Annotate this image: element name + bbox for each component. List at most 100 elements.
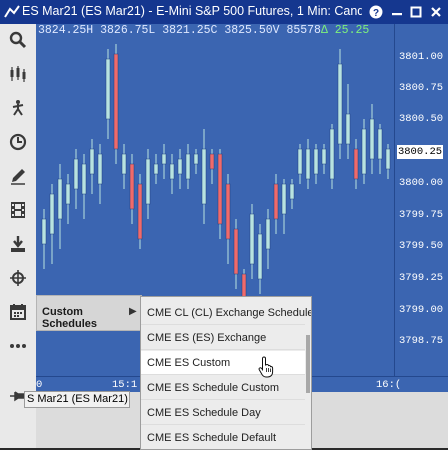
price-tick: 3798.75 bbox=[399, 335, 444, 347]
price-tick: 3801.00 bbox=[399, 51, 444, 63]
candle-body bbox=[265, 218, 271, 250]
draw-line-tool[interactable] bbox=[8, 166, 28, 186]
crosshair-tool[interactable] bbox=[8, 268, 28, 288]
price-tick: 3799.50 bbox=[399, 240, 444, 252]
candle-body bbox=[313, 148, 319, 175]
more-tool[interactable] bbox=[8, 336, 28, 356]
candle-body bbox=[185, 153, 191, 180]
maximize-icon bbox=[410, 6, 422, 18]
schedule-item-es-custom[interactable]: CME ES Custom bbox=[141, 351, 305, 375]
candle-body bbox=[201, 148, 207, 205]
instrument-label[interactable]: S Mar21 (ES Mar21) bbox=[24, 391, 130, 408]
candle-body bbox=[105, 58, 111, 120]
candle-body bbox=[161, 153, 167, 165]
candle-body bbox=[129, 163, 135, 210]
candle-body bbox=[353, 148, 359, 180]
candlestick-icon bbox=[10, 66, 26, 82]
drawing-person-icon bbox=[12, 100, 24, 116]
candle-body bbox=[321, 148, 327, 165]
time-tool[interactable] bbox=[8, 132, 28, 152]
candle-body bbox=[209, 153, 215, 170]
drawing-tools[interactable] bbox=[8, 98, 28, 118]
time-label: 15:1 bbox=[112, 379, 138, 391]
candle-body bbox=[41, 218, 47, 245]
price-axis[interactable]: 3801.00 3800.75 3800.50 3800.25 3800.00 … bbox=[394, 24, 448, 376]
candle-body bbox=[121, 153, 127, 175]
search-tool[interactable] bbox=[8, 30, 28, 50]
candle-body bbox=[225, 183, 231, 240]
change-arrow: Δ bbox=[320, 24, 328, 37]
question-circle-icon: ? bbox=[369, 5, 383, 19]
minimize-button[interactable] bbox=[389, 4, 405, 20]
ohlc-readout: 3824.25H 3826.75L 3821.25C 3825.50V 8557… bbox=[38, 24, 369, 37]
submenu-arrow-icon: ▶ bbox=[129, 306, 137, 317]
candle-body bbox=[137, 183, 143, 240]
schedule-item-es-schedule-day[interactable]: CME ES Schedule Day bbox=[141, 401, 305, 425]
ohlc-values: 3824.25H 3826.75L 3821.25C 3825.50V 8557… bbox=[38, 24, 321, 37]
app-logo-icon bbox=[4, 5, 20, 18]
candle-body bbox=[329, 128, 335, 180]
candle-body bbox=[65, 183, 71, 205]
bar-type-tool[interactable] bbox=[8, 64, 28, 84]
candle-body bbox=[281, 183, 287, 215]
film-strip-icon bbox=[11, 202, 25, 218]
more-icon bbox=[10, 344, 26, 348]
candle-body bbox=[153, 163, 159, 175]
candle-body bbox=[57, 178, 63, 220]
download-tool[interactable] bbox=[8, 234, 28, 254]
window-title: ES Mar21 (ES Mar21) - E-Mini S&P 500 Fut… bbox=[22, 4, 362, 18]
candle-body bbox=[217, 153, 223, 225]
candle-body bbox=[361, 128, 367, 175]
help-button[interactable]: ? bbox=[368, 4, 384, 20]
chart-toolbar bbox=[0, 24, 37, 448]
custom-schedules-menu-item[interactable]: Custom Schedules ▶ bbox=[36, 295, 142, 331]
candle-body bbox=[273, 183, 279, 220]
candle-body bbox=[113, 53, 119, 150]
last-price-label: 3800.25 bbox=[397, 145, 443, 159]
candle-body bbox=[377, 128, 383, 160]
candle-body bbox=[73, 158, 79, 190]
close-icon bbox=[431, 7, 441, 17]
schedule-item-es-schedule-custom[interactable]: CME ES Schedule Custom bbox=[141, 376, 305, 400]
price-tick: 3799.25 bbox=[399, 272, 444, 284]
candle-body bbox=[257, 233, 263, 280]
custom-schedules-label: Custom Schedules bbox=[42, 306, 98, 330]
time-label: 16:( bbox=[376, 379, 402, 391]
title-bar: ES Mar21 (ES Mar21) - E-Mini S&P 500 Fut… bbox=[0, 0, 448, 24]
clock-icon bbox=[9, 133, 27, 151]
price-tick: 3799.00 bbox=[399, 304, 444, 316]
close-button[interactable] bbox=[428, 4, 444, 20]
price-tick: 3800.75 bbox=[399, 82, 444, 94]
schedule-item-es-schedule-default[interactable]: CME ES Schedule Default bbox=[141, 426, 305, 449]
submenu-scrollbar[interactable] bbox=[306, 335, 310, 393]
candle-body bbox=[89, 148, 95, 175]
price-tick: 3800.50 bbox=[399, 113, 444, 125]
candle-body bbox=[233, 228, 239, 275]
template-tool[interactable] bbox=[8, 200, 28, 220]
download-icon bbox=[11, 236, 25, 252]
schedules-submenu: CME CL (CL) Exchange Schedule CME ES (ES… bbox=[140, 296, 312, 450]
candle-body bbox=[81, 163, 87, 195]
svg-text:?: ? bbox=[373, 8, 379, 19]
schedule-item-es-exchange[interactable]: CME ES (ES) Exchange bbox=[141, 326, 305, 350]
hand-cursor-icon bbox=[258, 356, 274, 378]
candle-body bbox=[97, 153, 103, 185]
candle-body bbox=[289, 183, 295, 200]
maximize-button[interactable] bbox=[408, 4, 424, 20]
crosshair-icon bbox=[10, 270, 26, 286]
calendar-icon bbox=[10, 304, 26, 320]
candle-body bbox=[145, 158, 151, 205]
candle-body bbox=[305, 148, 311, 180]
candle-body bbox=[193, 153, 199, 165]
minimize-icon bbox=[392, 13, 402, 16]
candle-body bbox=[177, 158, 183, 175]
search-icon bbox=[9, 31, 27, 49]
schedule-tool[interactable] bbox=[8, 302, 28, 322]
price-tick: 3800.00 bbox=[399, 177, 444, 189]
candle-body bbox=[345, 113, 351, 145]
time-label: 0 bbox=[36, 379, 43, 391]
candle-body bbox=[337, 63, 343, 145]
price-tick: 3799.75 bbox=[399, 209, 444, 221]
candle-body bbox=[169, 163, 175, 180]
schedule-item-cl-exchange[interactable]: CME CL (CL) Exchange Schedule bbox=[141, 301, 311, 325]
